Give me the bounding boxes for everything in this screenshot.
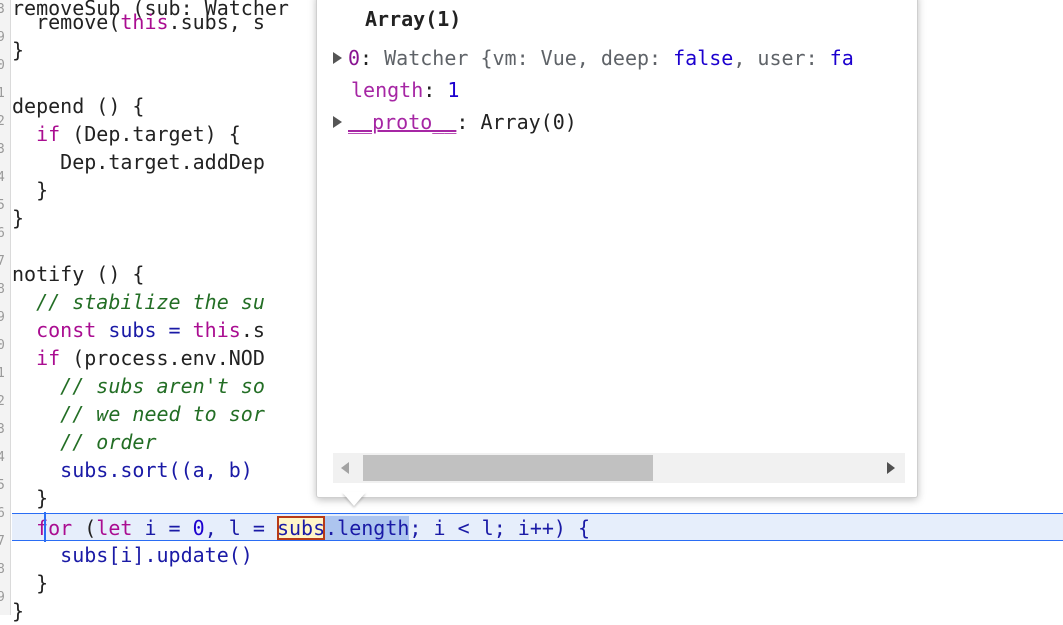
scroll-right-arrow-icon[interactable] xyxy=(887,462,895,474)
code-text: (Dep.target) { xyxy=(60,122,241,146)
code-text: depend () { xyxy=(12,94,145,118)
code-line[interactable]: } xyxy=(12,597,1063,625)
number-literal: 0 xyxy=(192,516,205,540)
keyword: if xyxy=(36,346,61,370)
code-text: ; i < l; i++) { xyxy=(409,516,591,540)
separator: : xyxy=(360,46,385,70)
separator: : xyxy=(423,78,448,102)
code-text: subs = xyxy=(96,318,193,342)
scroll-left-arrow-icon[interactable] xyxy=(341,462,349,474)
line-number[interactable]: 9 xyxy=(0,590,7,605)
keyword: const xyxy=(36,318,97,342)
expand-triangle-icon[interactable] xyxy=(333,51,342,64)
keyword: if xyxy=(36,122,61,146)
code-text: i = xyxy=(132,516,193,540)
code-text: subs[i].update() xyxy=(12,543,253,567)
horizontal-scrollbar[interactable] xyxy=(333,453,905,483)
line-number[interactable]: 7 xyxy=(0,534,7,549)
code-text: (process.env.NOD xyxy=(60,346,265,370)
line-number[interactable]: 5 xyxy=(0,198,7,213)
code-line[interactable]: subs[i].update() xyxy=(12,541,1063,569)
popover-pointer xyxy=(342,492,366,506)
code-text: .subs, s xyxy=(168,10,265,34)
line-number-gutter: 3 9 0 1 2 3 4 5 6 7 8 9 0 1 2 3 4 5 6 7 8 9 xyxy=(0,0,11,615)
code-text: } xyxy=(12,38,25,62)
current-execution-line[interactable]: for (let i = 0, l = subs.length; i < l; … xyxy=(12,513,1063,541)
line-number[interactable]: 3 xyxy=(0,142,7,157)
selected-token-length[interactable]: .length xyxy=(325,516,410,540)
code-text: , l = xyxy=(204,516,277,540)
line-number[interactable]: 2 xyxy=(0,114,7,129)
property-key: length xyxy=(351,78,424,102)
boolean-value: false xyxy=(673,46,734,70)
value-preview-popover[interactable]: Array(1) 0: Watcher {vm: Vue, deep: fals… xyxy=(316,0,918,498)
execution-line-marker xyxy=(44,512,46,542)
line-number[interactable]: 3 xyxy=(0,2,7,17)
line-number[interactable]: 4 xyxy=(0,450,7,465)
line-number[interactable]: 6 xyxy=(0,226,7,241)
line-number[interactable]: 0 xyxy=(0,58,7,73)
code-line[interactable]: } xyxy=(12,569,1063,597)
property-value: Array(0) xyxy=(480,110,577,134)
code-text: subs.sort((a, b) xyxy=(12,458,253,482)
comment: // order xyxy=(12,430,157,454)
comment: // we need to sor xyxy=(12,402,265,426)
code-text: } xyxy=(12,178,49,202)
line-number[interactable]: 2 xyxy=(0,394,7,409)
property-value: Watcher {vm: Vue, deep: xyxy=(384,46,674,70)
line-number[interactable]: 1 xyxy=(0,86,7,101)
code-text: notify () { xyxy=(12,262,145,286)
scrollbar-thumb[interactable] xyxy=(363,455,653,481)
line-number[interactable]: 9 xyxy=(0,310,7,325)
popover-row-0[interactable]: 0: Watcher {vm: Vue, deep: false, user: … xyxy=(333,43,905,73)
keyword: this xyxy=(120,10,169,34)
popover-row-proto[interactable]: __proto__: Array(0) xyxy=(333,107,905,137)
line-number[interactable]: 6 xyxy=(0,506,7,521)
hovered-token-subs[interactable]: subs xyxy=(276,516,326,540)
property-key: __proto__ xyxy=(348,110,457,134)
number-value: 1 xyxy=(447,78,460,102)
comment: // stabilize the su xyxy=(12,290,265,314)
line-number[interactable]: 9 xyxy=(0,30,7,45)
code-text: } xyxy=(12,599,25,623)
code-text: } xyxy=(12,206,25,230)
line-number[interactable]: 3 xyxy=(0,422,7,437)
separator: : xyxy=(456,110,481,134)
line-number[interactable]: 0 xyxy=(0,338,7,353)
keyword: let xyxy=(96,516,133,540)
popover-title: Array(1) xyxy=(365,7,462,31)
code-text: Dep.target.addDep xyxy=(12,150,265,174)
popover-row-length: length: 1 xyxy=(351,75,923,105)
comment: // subs aren't so xyxy=(12,374,265,398)
line-number[interactable]: 8 xyxy=(0,282,7,297)
property-key: 0 xyxy=(348,46,361,70)
keyword: for xyxy=(36,516,73,540)
line-number[interactable]: 8 xyxy=(0,562,7,577)
code-text: remove( xyxy=(12,10,121,34)
property-value-tail: fa xyxy=(829,46,854,70)
code-text: } xyxy=(12,571,49,595)
keyword: this xyxy=(192,318,241,342)
code-text: ( xyxy=(72,516,97,540)
line-number[interactable]: 1 xyxy=(0,366,7,381)
code-text: .s xyxy=(240,318,265,342)
line-number[interactable]: 7 xyxy=(0,254,7,269)
property-value: , user: xyxy=(733,46,830,70)
line-number[interactable]: 5 xyxy=(0,478,7,493)
expand-triangle-icon[interactable] xyxy=(333,115,342,128)
code-text: } xyxy=(12,486,49,510)
line-number[interactable]: 4 xyxy=(0,170,7,185)
